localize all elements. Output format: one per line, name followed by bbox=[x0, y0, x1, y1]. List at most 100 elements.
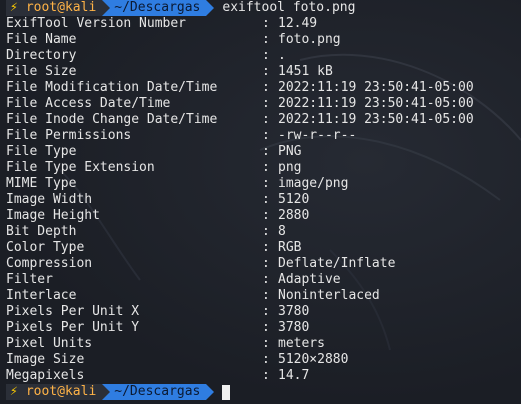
exif-separator: : bbox=[262, 352, 270, 367]
exif-row: File Permissions: -rw-r--r-- bbox=[6, 128, 521, 144]
exif-key: File Type Extension bbox=[6, 160, 155, 175]
exif-key: Directory bbox=[6, 48, 77, 63]
exif-value: 2022:11:19 23:50:41-05:00 bbox=[278, 112, 474, 127]
exif-row: Pixel Units: meters bbox=[6, 336, 521, 352]
exif-key: Bit Depth bbox=[6, 224, 77, 239]
exif-separator: : bbox=[262, 320, 270, 335]
exif-value: RGB bbox=[278, 240, 302, 255]
exif-key: MIME Type bbox=[6, 176, 77, 191]
exif-value: image/png bbox=[278, 176, 349, 191]
exif-value: 12.49 bbox=[278, 16, 318, 31]
exif-row: Image Height:2880 bbox=[6, 208, 521, 224]
exif-row: Image Size:5120×2880 bbox=[6, 352, 521, 368]
exif-key: Pixels Per Unit Y bbox=[6, 320, 140, 335]
exif-value: 8 bbox=[278, 224, 286, 239]
exif-key: Megapixels bbox=[6, 368, 85, 383]
exif-separator: : bbox=[262, 48, 270, 63]
exif-key: Pixels Per Unit X bbox=[6, 304, 140, 319]
exif-value: 3780 bbox=[278, 320, 310, 335]
exif-separator: : bbox=[262, 336, 270, 351]
exif-row: File Type: PNG bbox=[6, 144, 521, 160]
exif-row: File Type Extension: png bbox=[6, 160, 521, 176]
exif-row: Pixels Per Unit X:3780 bbox=[6, 304, 521, 320]
exif-separator: : bbox=[262, 368, 270, 383]
exif-row: Megapixels:14.7 bbox=[6, 368, 521, 384]
lightning-icon: ⚡ bbox=[10, 0, 18, 15]
exif-key: File Size bbox=[6, 64, 77, 79]
exif-key: File Name bbox=[6, 32, 77, 47]
exif-separator: : bbox=[262, 304, 270, 319]
exif-value: 2022:11:19 23:50:41-05:00 bbox=[278, 96, 474, 111]
exif-separator: : bbox=[262, 256, 270, 271]
prompt-directory: ~/Descargas bbox=[110, 0, 207, 16]
exif-value: -rw-r--r-- bbox=[278, 128, 357, 143]
user-host: root@kali bbox=[25, 384, 97, 399]
command-prompt: ⚡ root@kali ~/Descargas exiftool foto.pn… bbox=[6, 0, 521, 16]
exif-separator: : bbox=[262, 208, 270, 223]
exif-key: File Modification Date/Time bbox=[6, 80, 218, 95]
exif-separator: : bbox=[262, 176, 270, 191]
exif-key: Compression bbox=[6, 256, 93, 271]
exif-separator: : bbox=[262, 224, 270, 239]
exif-row: Directory:. bbox=[6, 48, 521, 64]
exif-value: Deflate/Inflate bbox=[278, 256, 396, 271]
exif-key: File Access Date/Time bbox=[6, 96, 171, 111]
powerline-separator-icon bbox=[102, 384, 111, 400]
exif-output: ExifTool Version Number:12.49 File Name: f… bbox=[6, 16, 521, 384]
exif-separator: : bbox=[262, 96, 270, 111]
prompt-user-segment: ⚡ root@kali bbox=[6, 384, 103, 400]
exif-row: File Modification Date/Time:2022:11:19 2… bbox=[6, 80, 521, 96]
exif-row: File Access Date/Time:2022:11:19 23:50:4… bbox=[6, 96, 521, 112]
exif-row: Compression: Deflate/Inflate bbox=[6, 256, 521, 272]
command-text: exiftool foto.png bbox=[222, 0, 356, 15]
exif-value: 14.7 bbox=[278, 368, 310, 383]
terminal-output: ⚡ root@kali ~/Descargas exiftool foto.pn… bbox=[6, 0, 521, 400]
exif-value: meters bbox=[278, 336, 325, 351]
exif-separator: : bbox=[262, 144, 270, 159]
exif-row: Filter: Adaptive bbox=[6, 272, 521, 288]
exif-key: ExifTool Version Number bbox=[6, 16, 187, 31]
powerline-arrow-icon bbox=[206, 0, 215, 16]
powerline-separator-icon bbox=[102, 0, 111, 16]
exif-row: MIME Type: image/png bbox=[6, 176, 521, 192]
exif-separator: : bbox=[262, 80, 270, 95]
exif-key: File Type bbox=[6, 144, 77, 159]
terminal-window[interactable]: ⚡ root@kali ~/Descargas exiftool foto.pn… bbox=[0, 0, 521, 404]
exif-separator: : bbox=[262, 32, 270, 47]
exif-key: Pixel Units bbox=[6, 336, 93, 351]
exif-value: 2880 bbox=[278, 208, 310, 223]
exif-row: Image Width:5120 bbox=[6, 192, 521, 208]
text-cursor[interactable] bbox=[222, 384, 231, 400]
prompt-user-segment: ⚡ root@kali bbox=[6, 0, 103, 16]
prompt-directory: ~/Descargas bbox=[110, 384, 207, 400]
exif-value: 1451 kB bbox=[278, 64, 333, 79]
exif-separator: : bbox=[262, 64, 270, 79]
lightning-icon: ⚡ bbox=[10, 384, 18, 399]
exif-value: foto.png bbox=[278, 32, 341, 47]
exif-row: Bit Depth:8 bbox=[6, 224, 521, 240]
exif-row: Interlace: Noninterlaced bbox=[6, 288, 521, 304]
powerline-arrow-icon bbox=[206, 384, 215, 400]
exif-key: Interlace bbox=[6, 288, 77, 303]
exif-key: File Inode Change Date/Time bbox=[6, 112, 218, 127]
exif-row: File Size:1451 kB bbox=[6, 64, 521, 80]
exif-value: 5120 bbox=[278, 192, 310, 207]
exif-key: File Permissions bbox=[6, 128, 132, 143]
exif-separator: : bbox=[262, 160, 270, 175]
exif-key: Image Height bbox=[6, 208, 100, 223]
exif-key: Image Width bbox=[6, 192, 93, 207]
exif-row: Pixels Per Unit Y:3780 bbox=[6, 320, 521, 336]
exif-separator: : bbox=[262, 128, 270, 143]
exif-value: png bbox=[278, 160, 302, 175]
exif-value: PNG bbox=[278, 144, 302, 159]
exif-separator: : bbox=[262, 288, 270, 303]
exif-key: Filter bbox=[6, 272, 53, 287]
user-host: root@kali bbox=[25, 0, 97, 15]
exif-separator: : bbox=[262, 192, 270, 207]
exif-key: Image Size bbox=[6, 352, 85, 367]
exif-row: File Name: foto.png bbox=[6, 32, 521, 48]
exif-row: File Inode Change Date/Time:2022:11:19 2… bbox=[6, 112, 521, 128]
current-prompt[interactable]: ⚡ root@kali ~/Descargas bbox=[6, 384, 521, 400]
exif-row: Color Type: RGB bbox=[6, 240, 521, 256]
exif-separator: : bbox=[262, 112, 270, 127]
